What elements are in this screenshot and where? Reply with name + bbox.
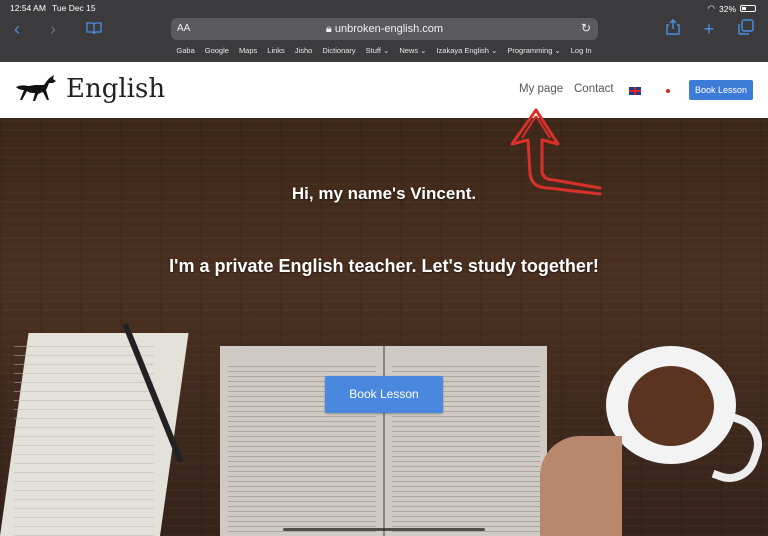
browser-chrome: 12:54 AM Tue Dec 15 ◠ 32% ‹ › AA 🔒︎ unbr… <box>0 0 768 62</box>
status-date: Tue Dec 15 <box>52 3 96 13</box>
bookmark-news[interactable]: News ⌄ <box>394 46 431 60</box>
url-text: 🔒︎ unbroken-english.com <box>171 23 598 36</box>
bookmark-dictionary[interactable]: Dictionary <box>317 46 360 60</box>
reload-icon[interactable]: ↻ <box>581 21 591 35</box>
battery-icon <box>740 5 756 12</box>
status-right: ◠ 32% <box>708 3 756 14</box>
status-bar: 12:54 AM Tue Dec 15 ◠ 32% <box>0 0 768 14</box>
new-tab-icon[interactable]: + <box>698 18 720 40</box>
url-value: unbroken-english.com <box>334 23 444 35</box>
status-time: 12:54 AM <box>10 3 46 13</box>
header-book-lesson-button[interactable]: Book Lesson <box>689 80 753 100</box>
bookmark-izakaya-english[interactable]: Izakaya English ⌄ <box>431 46 502 60</box>
battery-percent: 32% <box>718 3 736 14</box>
english-flag-icon[interactable] <box>629 87 641 95</box>
hand-image <box>540 436 622 536</box>
address-bar[interactable]: AA 🔒︎ unbroken-english.com ↻ <box>171 18 598 40</box>
share-icon[interactable] <box>662 18 684 40</box>
bookmark-programming[interactable]: Programming ⌄ <box>502 46 565 60</box>
bookmark-jisho[interactable]: Jisho <box>290 46 318 60</box>
hero-greeting: Hi, my name's Vincent. <box>291 184 477 203</box>
book-gutter <box>383 346 385 536</box>
bookmark-gaba[interactable]: Gaba <box>171 46 199 60</box>
hero-book-lesson-button[interactable]: Book Lesson <box>325 376 443 413</box>
bookmark-stuff[interactable]: Stuff ⌄ <box>361 46 395 60</box>
red-arrow-annotation-icon <box>510 108 602 196</box>
coffee-image <box>628 366 714 446</box>
notebook-lines <box>14 346 154 536</box>
bookmark-log-in[interactable]: Log In <box>566 46 597 60</box>
site-brand[interactable]: English <box>66 74 165 104</box>
hero-section: Hi, my name's Vincent. I'm a private Eng… <box>0 118 768 536</box>
bookmark-maps[interactable]: Maps <box>234 46 262 60</box>
nav-my-page[interactable]: My page <box>519 83 563 95</box>
horse-logo-icon[interactable] <box>14 73 56 103</box>
forward-icon[interactable]: › <box>42 18 64 40</box>
bookmarks-bar: Gaba Google Maps Links Jisho Dictionary … <box>0 46 768 60</box>
tabs-icon[interactable] <box>735 18 757 40</box>
bookmarks-icon[interactable] <box>83 18 105 40</box>
hero-tagline: I'm a private English teacher. Let's stu… <box>169 256 599 276</box>
bookmark-google[interactable]: Google <box>200 46 234 60</box>
back-icon[interactable]: ‹ <box>6 18 28 40</box>
wifi-icon: ◠ <box>707 3 715 13</box>
home-indicator <box>283 528 485 531</box>
open-book-image <box>220 346 547 536</box>
site-header: English My page Contact Book Lesson <box>0 62 768 118</box>
lock-icon: 🔒︎ <box>325 23 335 35</box>
bookmark-links[interactable]: Links <box>262 46 290 60</box>
japanese-flag-icon[interactable] <box>662 87 674 95</box>
nav-contact[interactable]: Contact <box>574 83 614 95</box>
browser-toolbar: ‹ › AA 🔒︎ unbroken-english.com ↻ + <box>0 16 768 44</box>
